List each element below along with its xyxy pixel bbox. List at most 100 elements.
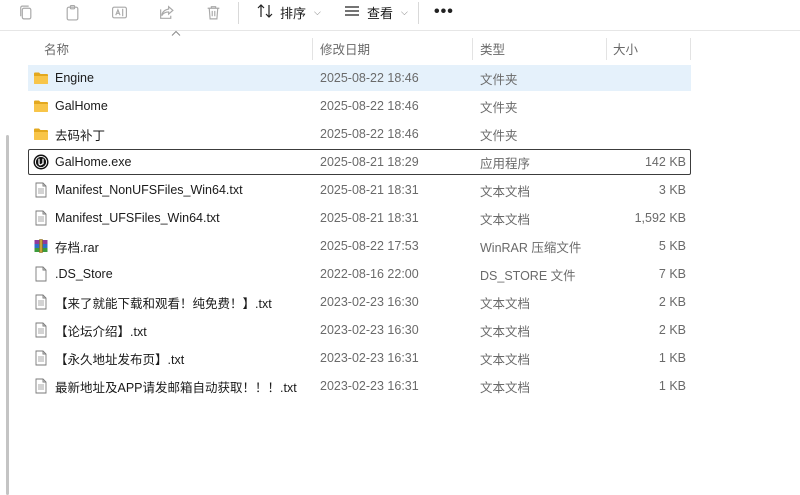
folder-icon bbox=[33, 70, 49, 86]
column-header-type[interactable]: 类型 bbox=[480, 36, 505, 60]
share-icon[interactable] bbox=[155, 1, 177, 23]
file-type: 应用程序 bbox=[480, 156, 531, 171]
file-name: 去码补丁 bbox=[55, 128, 106, 143]
text-file-icon bbox=[33, 322, 49, 338]
file-name: 【论坛介绍】.txt bbox=[55, 324, 147, 339]
column-resize-handle[interactable] bbox=[312, 38, 313, 60]
chevron-down-icon: ⌵ bbox=[314, 6, 321, 17]
file-size: 2 KB bbox=[658, 295, 686, 309]
file-size: 5 KB bbox=[658, 239, 686, 253]
text-file-icon bbox=[33, 182, 49, 198]
command-bar: 排序 ⌵ 查看 ⌵ ••• bbox=[0, 0, 800, 26]
file-size: 142 KB bbox=[644, 155, 686, 169]
file-type: 文本文档 bbox=[480, 352, 531, 367]
paste-icon[interactable] bbox=[61, 1, 83, 23]
toolbar-separator bbox=[418, 2, 419, 24]
winrar-archive-icon bbox=[33, 238, 49, 254]
file-name: GalHome.exe bbox=[55, 155, 132, 169]
view-list-icon bbox=[343, 2, 361, 23]
file-name-cell: GalHome.exe bbox=[33, 150, 131, 174]
file-row[interactable]: 最新地址及APP请发邮箱自动获取！！！.txt 2023-02-23 16:31 文… bbox=[28, 373, 691, 399]
folder-icon bbox=[33, 126, 49, 142]
file-name: 【来了就能下载和观看！纯免费！】.txt bbox=[55, 296, 272, 311]
file-name: Manifest_UFSFiles_Win64.txt bbox=[55, 211, 220, 225]
file-name-cell: Manifest_UFSFiles_Win64.txt bbox=[33, 206, 220, 230]
file-name-cell: GalHome bbox=[33, 94, 108, 118]
file-type: 文本文档 bbox=[480, 296, 531, 311]
column-resize-handle[interactable] bbox=[690, 38, 691, 60]
chevron-down-icon: ⌵ bbox=[401, 6, 408, 17]
column-header: 名称 修改日期 类型 大小 bbox=[0, 36, 800, 60]
file-type: 文件夹 bbox=[480, 100, 518, 115]
file-date: 2023-02-23 16:30 bbox=[320, 295, 419, 309]
file-row[interactable]: 【论坛介绍】.txt 2023-02-23 16:30 文本文档 2 KB bbox=[28, 317, 691, 343]
file-type: DS_STORE 文件 bbox=[480, 268, 576, 283]
text-file-icon bbox=[33, 378, 49, 394]
column-header-name[interactable]: 名称 bbox=[44, 36, 69, 60]
file-name: GalHome bbox=[55, 99, 108, 113]
toolbar-divider bbox=[0, 30, 800, 31]
column-resize-handle[interactable] bbox=[606, 38, 607, 60]
text-file-icon bbox=[33, 350, 49, 366]
file-type: 文件夹 bbox=[480, 128, 518, 143]
toolbar-separator bbox=[238, 2, 239, 24]
view-button[interactable]: 查看 ⌵ bbox=[343, 0, 408, 24]
rename-icon[interactable] bbox=[108, 1, 130, 23]
file-date: 2025-08-22 18:46 bbox=[320, 99, 419, 113]
file-name-cell: 存档.rar bbox=[33, 234, 99, 258]
file-size: 3 KB bbox=[658, 183, 686, 197]
file-row[interactable]: Engine 2025-08-22 18:46 文件夹 bbox=[28, 65, 691, 91]
file-type: 文本文档 bbox=[480, 184, 531, 199]
file-name: 最新地址及APP请发邮箱自动获取！！！.txt bbox=[55, 380, 297, 395]
file-size: 7 KB bbox=[658, 267, 686, 281]
file-row[interactable]: Manifest_NonUFSFiles_Win64.txt 2025-08-21… bbox=[28, 177, 691, 203]
file-row[interactable]: 【永久地址发布页】.txt 2023-02-23 16:31 文本文档 1 KB bbox=[28, 345, 691, 371]
file-row[interactable]: 存档.rar 2025-08-22 17:53 WinRAR 压缩文件 5 KB bbox=[28, 233, 691, 259]
copy-icon[interactable] bbox=[14, 1, 36, 23]
file-row[interactable]: 去码补丁 2025-08-22 18:46 文件夹 bbox=[28, 121, 691, 147]
file-name: Manifest_NonUFSFiles_Win64.txt bbox=[55, 183, 243, 197]
file-row[interactable]: Manifest_UFSFiles_Win64.txt 2025-08-21 18… bbox=[28, 205, 691, 231]
file-type: 文本文档 bbox=[480, 380, 531, 395]
file-name-cell: Engine bbox=[33, 66, 94, 90]
text-file-icon bbox=[33, 294, 49, 310]
file-date: 2022-08-16 22:00 bbox=[320, 267, 419, 281]
file-date: 2025-08-21 18:31 bbox=[320, 211, 419, 225]
file-name: Engine bbox=[55, 71, 94, 85]
delete-icon[interactable] bbox=[202, 1, 224, 23]
file-date: 2023-02-23 16:31 bbox=[320, 351, 419, 365]
file-name-cell: 【来了就能下载和观看！纯免费！】.txt bbox=[33, 290, 272, 314]
file-name-cell: 【永久地址发布页】.txt bbox=[33, 346, 184, 370]
file-date: 2025-08-22 18:46 bbox=[320, 71, 419, 85]
file-size: 1,592 KB bbox=[634, 211, 686, 225]
file-row[interactable]: GalHome.exe 2025-08-21 18:29 应用程序 142 KB bbox=[28, 149, 691, 175]
file-name-cell: 【论坛介绍】.txt bbox=[33, 318, 147, 342]
column-header-size[interactable]: 大小 bbox=[613, 36, 638, 60]
file-name-cell: 最新地址及APP请发邮箱自动获取！！！.txt bbox=[33, 374, 297, 398]
sort-icon bbox=[256, 2, 274, 23]
sort-ascending-icon bbox=[171, 30, 181, 36]
text-file-icon bbox=[33, 210, 49, 226]
file-type: 文件夹 bbox=[480, 72, 518, 87]
folder-icon bbox=[33, 98, 49, 114]
file-size: 2 KB bbox=[658, 323, 686, 337]
file-name-cell: .DS_Store bbox=[33, 262, 113, 286]
file-type: 文本文档 bbox=[480, 212, 531, 227]
file-name: 【永久地址发布页】.txt bbox=[55, 352, 185, 367]
file-row[interactable]: .DS_Store 2022-08-16 22:00 DS_STORE 文件 7 KB bbox=[28, 261, 691, 287]
file-row[interactable]: 【来了就能下载和观看！纯免费！】.txt 2023-02-23 16:30 文本文档… bbox=[28, 289, 691, 315]
column-header-date[interactable]: 修改日期 bbox=[320, 36, 370, 60]
vertical-scrollbar[interactable] bbox=[6, 135, 9, 495]
file-type: WinRAR 压缩文件 bbox=[480, 240, 582, 255]
file-size: 1 KB bbox=[658, 379, 686, 393]
more-options-button[interactable]: ••• bbox=[434, 1, 454, 23]
file-name: .DS_Store bbox=[55, 267, 113, 281]
file-date: 2023-02-23 16:31 bbox=[320, 379, 419, 393]
sort-button[interactable]: 排序 ⌵ bbox=[256, 0, 321, 24]
file-date: 2025-08-22 17:53 bbox=[320, 239, 419, 253]
column-resize-handle[interactable] bbox=[472, 38, 473, 60]
file-date: 2025-08-22 18:46 bbox=[320, 127, 419, 141]
file-date: 2025-08-21 18:31 bbox=[320, 183, 419, 197]
file-row[interactable]: GalHome 2025-08-22 18:46 文件夹 bbox=[28, 93, 691, 119]
file-name-cell: Manifest_NonUFSFiles_Win64.txt bbox=[33, 178, 243, 202]
